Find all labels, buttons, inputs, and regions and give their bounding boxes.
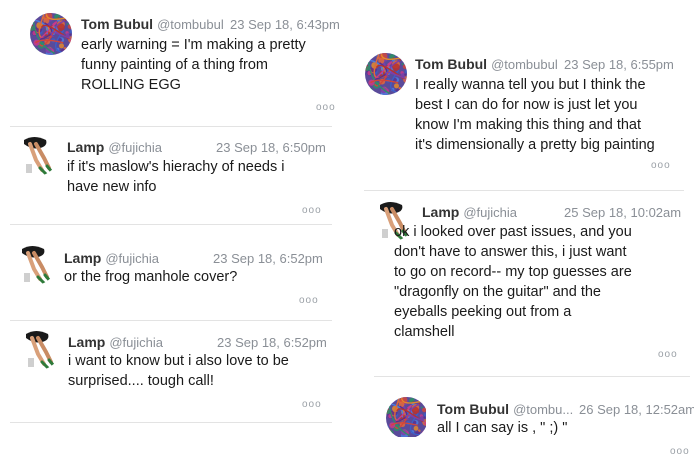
tweet-text: early warning = I'm making a pretty funn… (81, 35, 331, 95)
user-handle[interactable]: @tombubul (157, 17, 224, 32)
tweet-card: Lamp @fujichia 23 Sep 18, 6:52pm i want t… (10, 320, 332, 423)
tweet-timestamp[interactable]: 23 Sep 18, 6:52pm (213, 251, 323, 267)
tweet-text: ok i looked over past issues, and you do… (394, 222, 684, 342)
tweet-text-line: don't have to answer this, i just want (394, 244, 627, 260)
tweet-text: all I can say is , " ;) " (437, 418, 687, 438)
tweet-text-line: know I'm making this thing and that (415, 117, 642, 133)
tweet-timestamp[interactable]: 25 Sep 18, 10:02am (564, 205, 681, 221)
tweet-text-line: it's dimensionally a pretty big painting (415, 137, 655, 153)
user-handle[interactable]: @fujichia (108, 140, 162, 155)
tweet-text: if it's maslow's hierachy of needs i hav… (67, 157, 327, 197)
tweet-timestamp[interactable]: 23 Sep 18, 6:52pm (217, 335, 327, 351)
user-handle[interactable]: @fujichia (109, 335, 163, 350)
user-name[interactable]: Tom Bubul (81, 16, 153, 32)
more-options-icon[interactable]: ooo (670, 447, 690, 457)
tweet-text-line: or the frog manhole cover? (64, 269, 238, 285)
tweet-text-line: have new info (67, 179, 157, 195)
more-options-icon[interactable]: ooo (316, 103, 336, 113)
divider (10, 422, 332, 423)
tweet-timestamp[interactable]: 23 Sep 18, 6:43pm (230, 17, 340, 33)
tweet-card: Tom Bubul @tombubul 23 Sep 18, 6:43pm ear… (10, 0, 340, 126)
tom-avatar[interactable] (365, 53, 407, 95)
tweet-text-line: best I can do for now is just let you (415, 97, 638, 113)
tweet-text: or the frog manhole cover? (64, 267, 324, 287)
lamp-avatar[interactable] (14, 243, 56, 285)
user-handle[interactable]: @tombu... (513, 402, 573, 417)
more-options-icon[interactable]: ooo (658, 350, 678, 360)
tweet-text-line: eyeballs peeking out from a (394, 304, 572, 320)
tweet-text-line: funny painting of a thing from (81, 57, 269, 73)
user-name[interactable]: Lamp (67, 139, 104, 155)
tweet-text-line: "dragonfly on the guitar" and the (394, 284, 601, 300)
tom-avatar[interactable] (30, 13, 72, 55)
tweet-card: Lamp @fujichia 23 Sep 18, 6:52pm or the f… (10, 224, 332, 320)
tweet-text-line: if it's maslow's hierachy of needs i (67, 159, 285, 175)
tweet-text-line: ROLLING EGG (81, 77, 181, 93)
tweet-timestamp[interactable]: 23 Sep 18, 6:50pm (216, 140, 326, 156)
tweet-card: Tom Bubul @tombubul 23 Sep 18, 6:55pm I r… (355, 40, 685, 190)
tweet-timestamp[interactable]: 23 Sep 18, 6:55pm (564, 57, 674, 73)
lamp-avatar[interactable] (16, 134, 58, 176)
tweet-text-line: to go on record-- my top guesses are (394, 264, 632, 280)
tweet-text-line: early warning = I'm making a pretty (81, 37, 306, 53)
tweet-text-line: ok i looked over past issues, and you (394, 224, 632, 240)
more-options-icon[interactable]: ooo (651, 161, 671, 171)
tweet-text: I really wanna tell you but I think the … (415, 75, 685, 155)
tweet-card: Tom Bubul @tombu... 26 Sep 18, 12:52am al… (374, 376, 694, 458)
tweet-text-line: surprised.... tough call! (68, 373, 214, 389)
user-name[interactable]: Tom Bubul (437, 401, 509, 417)
tweet-timestamp[interactable]: 26 Sep 18, 12:52am (579, 402, 694, 418)
tweet-card: Lamp @fujichia 25 Sep 18, 10:02am ok i lo… (364, 190, 684, 376)
tweet-text: i want to know but i also love to be sur… (68, 351, 328, 391)
tweet-text-line: I really wanna tell you but I think the (415, 77, 646, 93)
user-handle[interactable]: @tombubul (491, 57, 558, 72)
user-name[interactable]: Lamp (68, 334, 105, 350)
user-handle[interactable]: @fujichia (463, 205, 517, 220)
user-name[interactable]: Lamp (64, 250, 101, 266)
tweet-text-line: all I can say is , " ;) " (437, 420, 568, 436)
lamp-avatar[interactable] (18, 328, 60, 370)
user-name[interactable]: Tom Bubul (415, 56, 487, 72)
more-options-icon[interactable]: ooo (299, 296, 319, 306)
more-options-icon[interactable]: ooo (302, 206, 322, 216)
user-name[interactable]: Lamp (422, 204, 459, 220)
tweet-card: Lamp @fujichia 23 Sep 18, 6:50pm if it's … (10, 126, 332, 224)
more-options-icon[interactable]: ooo (302, 400, 322, 410)
tom-avatar[interactable] (386, 397, 428, 439)
user-handle[interactable]: @fujichia (105, 251, 159, 266)
tweet-text-line: i want to know but i also love to be (68, 353, 289, 369)
tweet-text-line: clamshell (394, 324, 455, 340)
